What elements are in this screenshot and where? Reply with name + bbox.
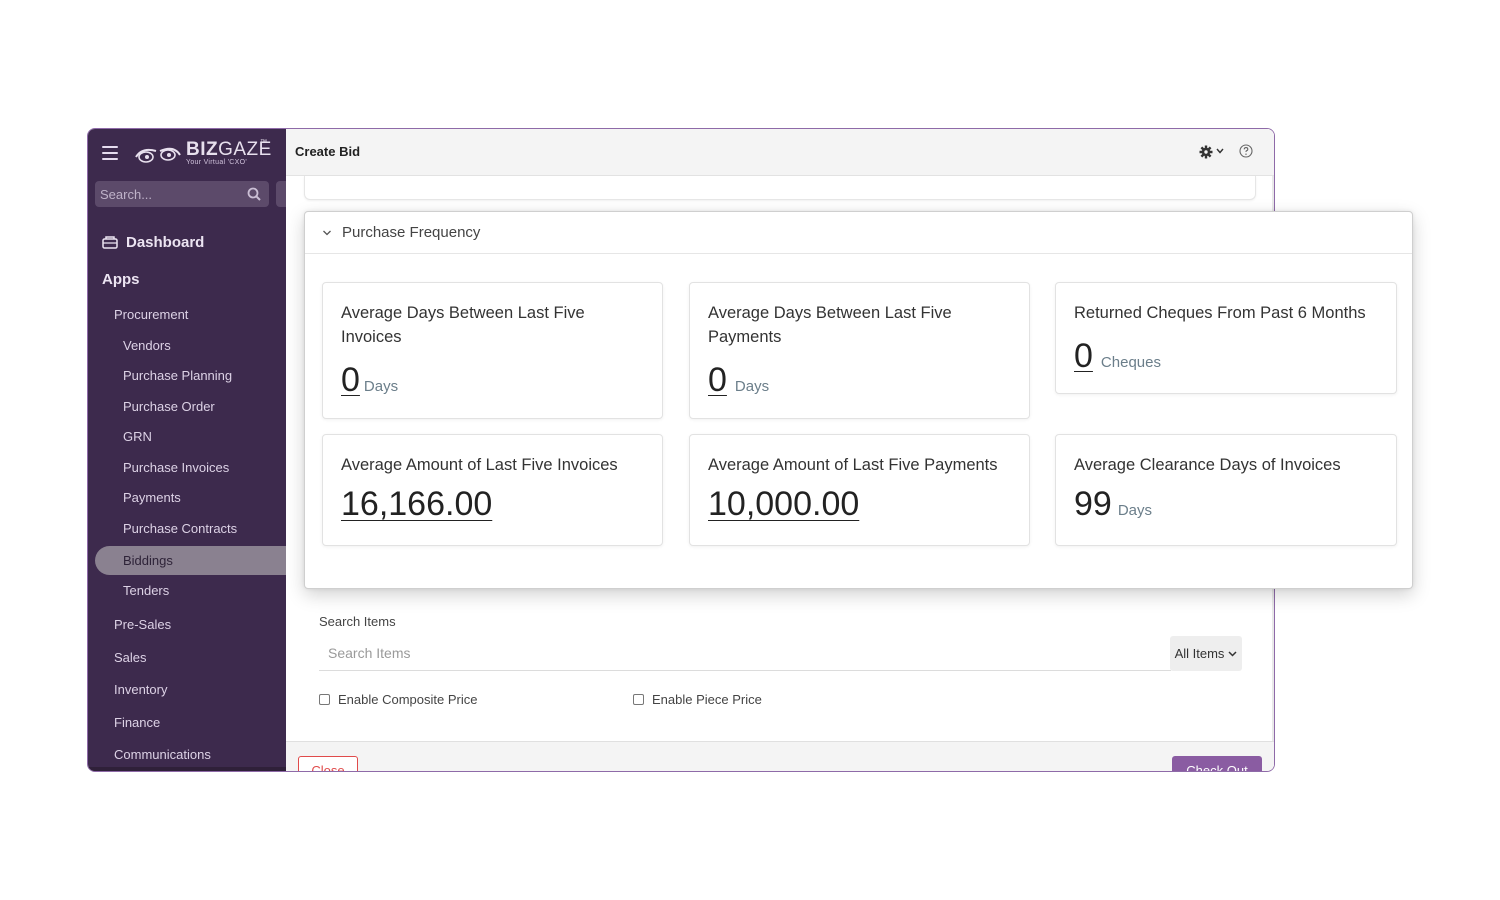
all-items-label: All Items xyxy=(1174,646,1225,661)
metric-card-clearance-days: Average Clearance Days of Invoices 99 Da… xyxy=(1055,434,1397,546)
metric-value-row: 0 Cheques xyxy=(1074,337,1161,376)
metric-label: Average Amount of Last Five Payments xyxy=(708,456,998,474)
logo-trademark: ™ xyxy=(260,139,267,146)
dashboard-icon xyxy=(102,236,118,249)
sidebar-item-purchase-contracts[interactable]: Purchase Contracts xyxy=(123,521,237,536)
sidebar-item-sales[interactable]: Sales xyxy=(114,650,147,665)
search-items-input[interactable] xyxy=(319,636,1171,671)
metric-value[interactable]: 16,166.00 xyxy=(341,485,492,524)
piece-price-label: Enable Piece Price xyxy=(652,692,762,707)
sidebar-apps-heading: Apps xyxy=(102,271,140,288)
page-title: Create Bid xyxy=(295,144,361,159)
chevron-down-icon xyxy=(1228,650,1237,657)
metric-unit: Days xyxy=(734,378,770,395)
metric-value-row: 16,166.00 xyxy=(341,485,492,524)
sidebar-item-purchase-order[interactable]: Purchase Order xyxy=(123,399,215,414)
metric-value-row: 99 Days xyxy=(1074,485,1152,524)
panel-title: Purchase Frequency xyxy=(342,224,481,241)
logo-tagline: Your Virtual 'CXO' xyxy=(186,159,247,166)
chevron-down-icon[interactable] xyxy=(1216,148,1224,154)
metric-label: Returned Cheques From Past 6 Months xyxy=(1074,304,1366,322)
composite-price-option[interactable]: Enable Composite Price xyxy=(319,692,477,707)
logo-text: BIZGAZE xyxy=(186,139,272,160)
brand-logo[interactable]: BIZGAZE ™ Your Virtual 'CXO' xyxy=(132,139,271,171)
background-card xyxy=(304,176,1256,200)
close-button[interactable]: Close xyxy=(298,756,358,771)
purchase-frequency-header[interactable]: Purchase Frequency xyxy=(305,212,1412,254)
metric-value[interactable]: 0 xyxy=(1074,337,1093,376)
metric-card-payment-amount: Average Amount of Last Five Payments 10,… xyxy=(689,434,1030,546)
sidebar: BIZGAZE ™ Your Virtual 'CXO' Dashboard A… xyxy=(88,129,286,771)
sidebar-item-finance[interactable]: Finance xyxy=(114,715,160,730)
metric-value[interactable]: 0 xyxy=(708,361,727,400)
metric-value-row: 0 Days xyxy=(708,361,769,400)
hamburger-menu-icon[interactable] xyxy=(102,146,118,160)
sidebar-item-vendors[interactable]: Vendors xyxy=(123,338,171,353)
owl-eyes-icon xyxy=(135,147,181,163)
page-header: Create Bid xyxy=(286,129,1274,176)
metric-card-payment-days: Average Days Between Last Five Payments … xyxy=(689,282,1030,419)
metric-value-row: 0 Days xyxy=(341,361,398,400)
metric-value[interactable]: 10,000.00 xyxy=(708,485,859,524)
chevron-down-icon[interactable] xyxy=(322,229,332,237)
piece-price-checkbox[interactable] xyxy=(633,694,644,705)
sidebar-search-input[interactable] xyxy=(95,181,243,207)
metric-label: Average Days Between Last Five Invoices xyxy=(341,304,585,346)
piece-price-option[interactable]: Enable Piece Price xyxy=(633,692,762,707)
sidebar-item-dashboard[interactable]: Dashboard xyxy=(102,231,204,253)
metric-card-invoice-amount: Average Amount of Last Five Invoices 16,… xyxy=(322,434,663,546)
sidebar-search xyxy=(95,181,269,207)
metric-label: Average Amount of Last Five Invoices xyxy=(341,456,618,474)
composite-price-checkbox[interactable] xyxy=(319,694,330,705)
sidebar-item-payments[interactable]: Payments xyxy=(123,490,181,505)
help-icon[interactable] xyxy=(1239,144,1253,158)
sidebar-item-communications[interactable]: Communications xyxy=(114,747,211,762)
sidebar-item-purchase-planning[interactable]: Purchase Planning xyxy=(123,368,232,383)
sidebar-scroll-edge xyxy=(88,767,286,771)
gear-icon[interactable] xyxy=(1199,145,1213,159)
sidebar-item-tenders[interactable]: Tenders xyxy=(123,583,169,598)
sidebar-item-procurement[interactable]: Procurement xyxy=(114,307,188,322)
check-out-button[interactable]: Check Out xyxy=(1172,756,1262,771)
metric-value-row: 10,000.00 xyxy=(708,485,859,524)
sidebar-item-inventory[interactable]: Inventory xyxy=(114,682,167,697)
sidebar-item-label: Biddings xyxy=(123,553,173,568)
search-icon[interactable] xyxy=(247,187,261,201)
metric-label: Average Clearance Days of Invoices xyxy=(1074,456,1341,474)
metric-card-invoice-days: Average Days Between Last Five Invoices … xyxy=(322,282,663,419)
search-items-label: Search Items xyxy=(319,614,396,629)
metric-value: 99 xyxy=(1074,485,1112,523)
metric-unit: Days xyxy=(1117,502,1153,519)
metric-label: Average Days Between Last Five Payments xyxy=(708,304,952,346)
metric-value[interactable]: 0 xyxy=(341,361,360,400)
purchase-frequency-panel: Purchase Frequency Average Days Between … xyxy=(304,211,1413,589)
sidebar-item-purchase-invoices[interactable]: Purchase Invoices xyxy=(123,460,229,475)
footer-bar: Close Check Out xyxy=(286,741,1274,771)
metric-unit: Days xyxy=(363,378,399,395)
sidebar-item-grn[interactable]: GRN xyxy=(123,429,152,444)
sidebar-item-pre-sales[interactable]: Pre-Sales xyxy=(114,617,171,632)
sidebar-collapse-tab[interactable] xyxy=(276,181,286,207)
metric-card-returned-cheques: Returned Cheques From Past 6 Months 0 Ch… xyxy=(1055,282,1397,394)
sidebar-item-label: Dashboard xyxy=(126,233,205,251)
metric-unit: Cheques xyxy=(1100,354,1161,371)
sidebar-header: BIZGAZE ™ Your Virtual 'CXO' xyxy=(88,129,286,179)
composite-price-label: Enable Composite Price xyxy=(338,692,478,707)
all-items-dropdown[interactable]: All Items xyxy=(1170,636,1242,671)
